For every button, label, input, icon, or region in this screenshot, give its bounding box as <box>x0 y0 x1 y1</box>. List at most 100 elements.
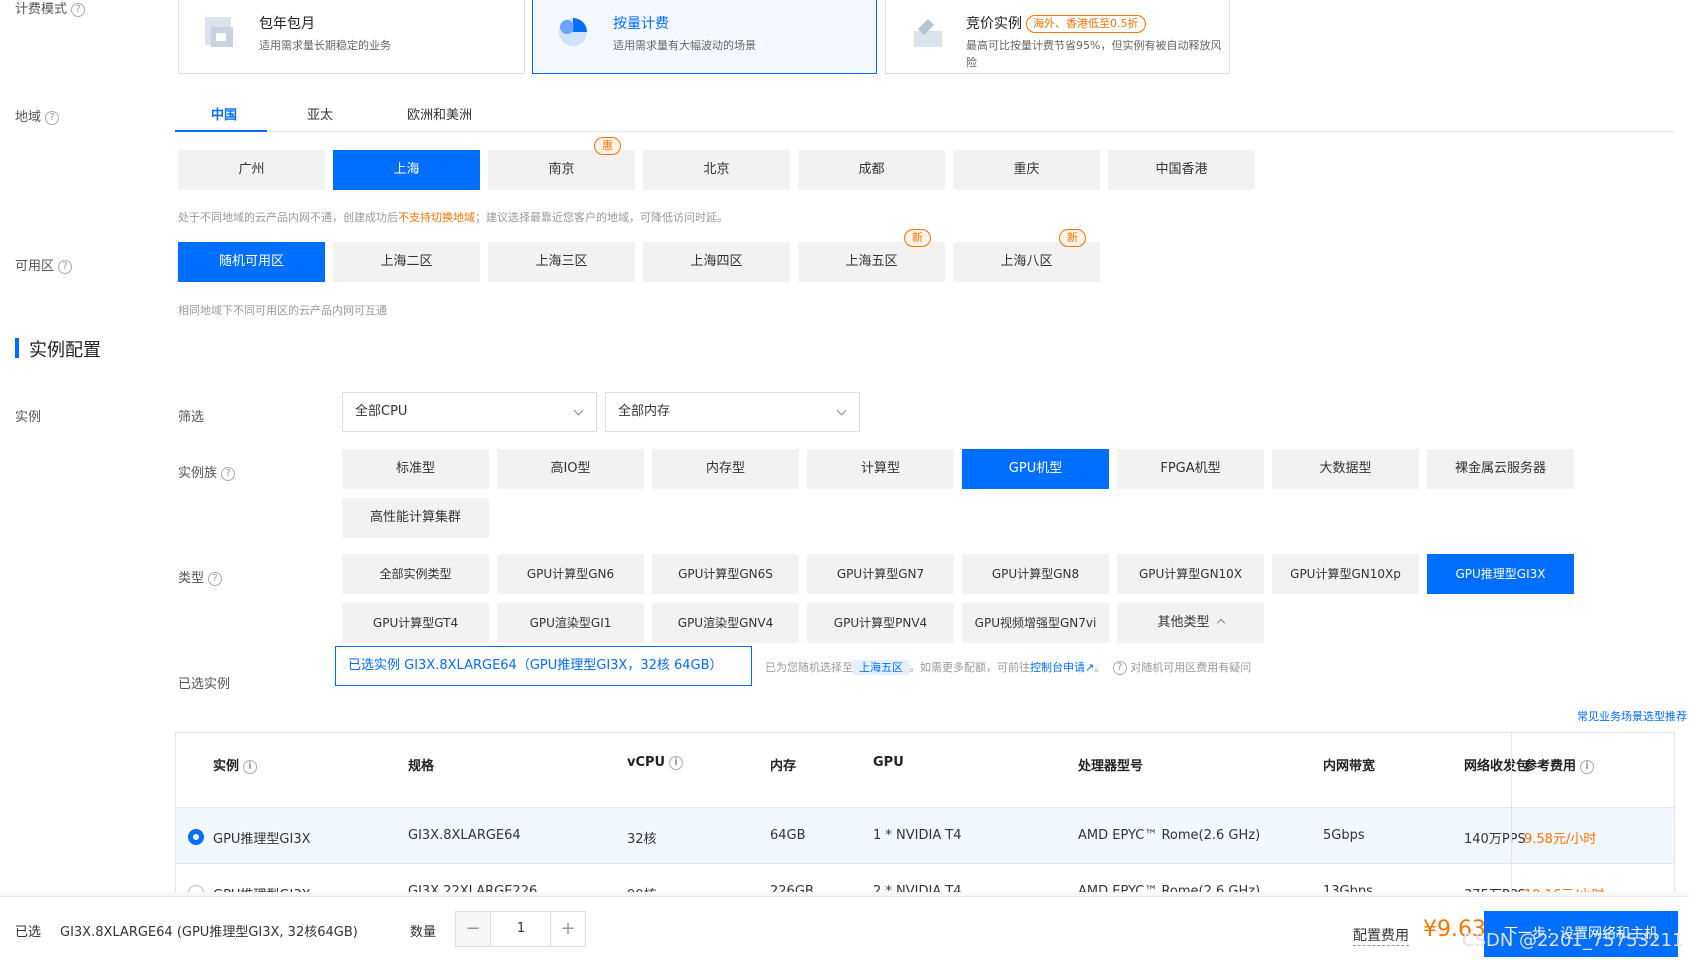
type-option-all[interactable]: 全部实例类型 <box>342 554 489 594</box>
type-label: 类型? <box>178 567 223 586</box>
billing-card-title: 按量计费 <box>613 16 669 32</box>
auction-icon <box>914 19 942 47</box>
scenario-recommend-link[interactable]: 常见业务场景选型推荐 <box>1577 708 1687 724</box>
tab-asia-pacific[interactable]: 亚太 <box>307 104 333 123</box>
active-tab-indicator <box>175 130 267 132</box>
table-header: vCPU i <box>627 755 684 770</box>
region-option-guangzhou[interactable]: 广州 <box>178 150 325 190</box>
instance-table: 实例 i 规格 vCPU i 内存 GPU 处理器型号 内网带宽 网络收发包 参考费… <box>175 732 1675 892</box>
zone-option-5[interactable]: 上海五区新 <box>798 229 945 282</box>
type-option-other[interactable]: 其他类型 <box>1117 603 1264 643</box>
family-option-baremetal[interactable]: 裸金属云服务器 <box>1427 449 1574 489</box>
zone-fee-question[interactable]: 对随机可用区费用有疑问 <box>1130 661 1251 674</box>
family-option-bigdata[interactable]: 大数据型 <box>1272 449 1419 489</box>
table-header: 规格 <box>408 759 435 774</box>
region-option-chengdu[interactable]: 成都 <box>798 150 945 190</box>
memory-select[interactable]: 全部内存 <box>605 392 860 432</box>
cell-price: 19.16元/小时 <box>1524 884 1605 892</box>
type-option-pnv4[interactable]: GPU计算型PNV4 <box>807 603 954 643</box>
type-option-gn6[interactable]: GPU计算型GN6 <box>497 554 644 594</box>
help-icon[interactable]: ? <box>221 466 236 481</box>
billing-card-monthly[interactable]: 包年包月 适用需求量长期稳定的业务 <box>178 0 525 74</box>
table-header: 处理器型号 <box>1078 759 1144 774</box>
filter-label: 筛选 <box>178 410 205 425</box>
help-icon[interactable]: ? <box>1112 661 1127 675</box>
family-option-fpga[interactable]: FPGA机型 <box>1117 449 1264 489</box>
type-option-gn8[interactable]: GPU计算型GN8 <box>962 554 1109 594</box>
zone-option-4[interactable]: 上海四区 <box>643 242 790 282</box>
type-option-gnv4[interactable]: GPU渲染型GNV4 <box>652 603 799 643</box>
family-option-hpc[interactable]: 高性能计算集群 <box>342 498 489 538</box>
region-option-hongkong[interactable]: 中国香港 <box>1108 150 1255 190</box>
billing-card-desc: 最高可比按量计费节省95%，但实例有被自动释放风险 <box>966 39 1222 69</box>
type-option-gt4[interactable]: GPU计算型GT4 <box>342 603 489 643</box>
table-header: 参考费用 i <box>1524 755 1595 774</box>
watermark: CSDN @2201_75753211 <box>1462 930 1684 951</box>
cpu-select[interactable]: 全部CPU <box>342 392 597 432</box>
family-label: 实例族? <box>178 462 236 481</box>
chevron-down-icon <box>836 405 847 416</box>
region-option-nanjing[interactable]: 南京惠 <box>488 137 635 190</box>
type-option-gn7[interactable]: GPU计算型GN7 <box>807 554 954 594</box>
help-icon[interactable]: ? <box>58 259 73 274</box>
family-option-compute[interactable]: 计算型 <box>807 449 954 489</box>
cell-spec: GI3X.22XLARGE226 <box>408 884 538 892</box>
help-icon[interactable]: ? <box>208 571 223 586</box>
pie-chart-icon <box>559 18 587 46</box>
tab-china[interactable]: 中国 <box>211 104 237 123</box>
region-option-beijing[interactable]: 北京 <box>643 150 790 190</box>
tab-europe-america[interactable]: 欧洲和美洲 <box>407 104 472 123</box>
billing-card-spot[interactable]: 竞价实例 海外、香港低至0.5折 最高可比按量计费节省95%，但实例有被自动释放风… <box>885 0 1230 74</box>
region-label: 地域? <box>15 106 60 125</box>
zone-label: 可用区? <box>15 255 73 274</box>
billing-card-title: 包年包月 <box>259 16 315 32</box>
region-option-shanghai[interactable]: 上海 <box>333 150 480 190</box>
billing-label: 计费模式? <box>15 0 86 17</box>
type-option-gi1[interactable]: GPU渲染型GI1 <box>497 603 644 643</box>
cell-spec: GI3X.8XLARGE64 <box>408 828 521 843</box>
cell-vcpu: 32核 <box>627 832 657 847</box>
info-icon[interactable]: i <box>243 759 258 774</box>
table-header: GPU <box>873 755 904 770</box>
type-option-gn6s[interactable]: GPU计算型GN6S <box>652 554 799 594</box>
region-option-chongqing[interactable]: 重庆 <box>953 150 1100 190</box>
cell-gpu: 2 * NVIDIA T4 <box>873 884 962 892</box>
cell-vcpu: 90核 <box>627 884 657 892</box>
zone-option-2[interactable]: 上海二区 <box>333 242 480 282</box>
type-option-gi3x[interactable]: GPU推理型GI3X <box>1427 554 1574 594</box>
billing-card-payg[interactable]: 按量计费 适用需求量有大幅波动的场景 <box>532 0 877 74</box>
row-radio[interactable] <box>188 885 204 892</box>
zone-option-random[interactable]: 随机可用区 <box>178 242 325 282</box>
calendar-icon <box>205 17 233 47</box>
family-option-gpu[interactable]: GPU机型 <box>962 449 1109 489</box>
selected-instance-box: 已选实例 GI3X.8XLARGE64（GPU推理型GI3X，32核 64GB） <box>335 646 752 686</box>
row-radio[interactable] <box>188 829 204 845</box>
help-icon[interactable]: ? <box>45 110 60 125</box>
table-row[interactable]: GPU推理型GI3X GI3X.22XLARGE226 90核 226GB 2 … <box>176 863 1674 892</box>
billing-card-desc: 适用需求量长期稳定的业务 <box>259 39 391 52</box>
quantity-increase-button[interactable]: + <box>550 911 586 947</box>
external-link-icon: ↗ <box>1085 661 1095 674</box>
zone-highlight: 上海五区 <box>853 660 909 675</box>
table-header: 网络收发包 <box>1464 759 1530 774</box>
quantity-decrease-button[interactable]: − <box>455 911 491 947</box>
table-header: 内存 <box>770 759 797 774</box>
table-header: 实例 i <box>213 755 258 774</box>
cell-cpu-model: AMD EPYC™ Rome(2.6 GHz) <box>1078 884 1261 892</box>
cell-price: 9.58元/小时 <box>1524 832 1597 847</box>
table-row[interactable]: GPU推理型GI3X GI3X.8XLARGE64 32核 64GB 1 * N… <box>176 807 1674 863</box>
family-option-memory[interactable]: 内存型 <box>652 449 799 489</box>
help-icon[interactable]: ? <box>71 2 86 17</box>
console-apply-link[interactable]: 控制台申请 <box>1030 661 1085 674</box>
new-badge: 新 <box>1059 229 1086 247</box>
zone-option-3[interactable]: 上海三区 <box>488 242 635 282</box>
type-option-gn10x[interactable]: GPU计算型GN10X <box>1117 554 1264 594</box>
type-option-gn10xp[interactable]: GPU计算型GN10Xp <box>1272 554 1419 594</box>
type-option-gn7vi[interactable]: GPU视频增强型GN7vi <box>962 603 1109 643</box>
family-option-highio[interactable]: 高IO型 <box>497 449 644 489</box>
info-icon[interactable]: i <box>669 755 684 770</box>
family-option-standard[interactable]: 标准型 <box>342 449 489 489</box>
info-icon[interactable]: i <box>1580 759 1595 774</box>
quantity-input[interactable]: 1 <box>491 911 551 947</box>
zone-option-8[interactable]: 上海八区新 <box>953 229 1100 282</box>
